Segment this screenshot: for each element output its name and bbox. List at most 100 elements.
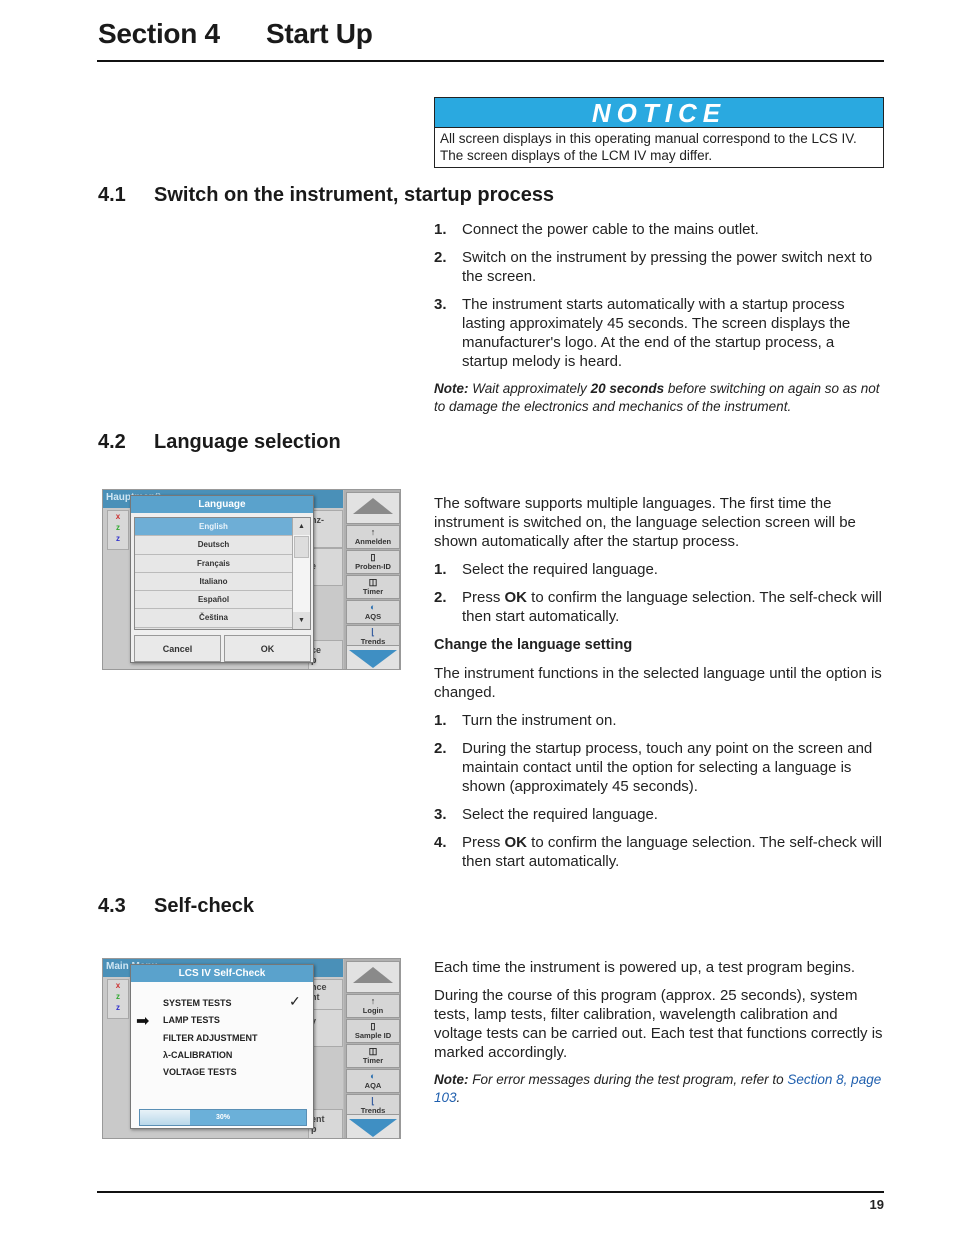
heading-text: Self-check	[154, 895, 255, 917]
step-emphasis: OK	[504, 834, 528, 851]
step-number: 1.	[434, 712, 447, 729]
section-4-3-body: Each time the instrument is powered up, …	[434, 958, 884, 1106]
side-button-label: Proben-ID	[355, 562, 391, 571]
scroll-down-icon[interactable]: ▼	[293, 612, 310, 629]
self-check-screen-image: Main Menu xzz ncent y entp LCS IV Self-C…	[102, 958, 401, 1139]
scroll-down-button[interactable]	[346, 645, 400, 669]
step-text: Switch on the instrument by pressing the…	[462, 249, 873, 285]
step-number: 3.	[434, 296, 447, 313]
test-list: SYSTEM TESTS LAMP TESTS FILTER ADJUSTMEN…	[163, 995, 258, 1081]
note: Note: For error messages during the test…	[434, 1071, 884, 1106]
step-text: Turn the instrument on.	[462, 712, 617, 729]
side-toolbar: ↑ Anmelden ▯ Proben-ID ◫ Timer ◐ AQS ⌊ Trends	[344, 490, 400, 669]
dialog-title: Language	[131, 496, 313, 513]
note-text: .	[456, 1089, 461, 1105]
login-icon: ↑	[370, 996, 376, 1006]
scrollbar[interactable]: ▲ ▼	[292, 518, 310, 629]
scroll-up-button[interactable]	[346, 961, 400, 993]
side-button-timer[interactable]: ◫ Timer	[346, 575, 400, 599]
language-option-italiano[interactable]: Italiano	[135, 572, 292, 592]
step-number: 2.	[434, 740, 447, 757]
side-button-timer[interactable]: ◫ Timer	[346, 1044, 400, 1068]
step-text: Press OK to confirm the language selecti…	[462, 833, 884, 871]
cancel-button[interactable]: Cancel	[134, 635, 221, 662]
section-number: Section 4	[98, 18, 220, 49]
test-item: λ-CALIBRATION	[163, 1049, 233, 1060]
dialog-title: LCS IV Self-Check	[131, 965, 313, 982]
sample-id-icon: ▯	[370, 1021, 376, 1031]
checkmark-icon: ✓	[289, 993, 301, 1009]
heading-number: 4.2	[98, 431, 126, 453]
test-item: SYSTEM TESTS	[163, 998, 232, 1008]
language-dialog: Language English Deutsch Français Italia…	[130, 495, 314, 663]
side-button-aqa[interactable]: ◐ AQA	[346, 1069, 400, 1093]
side-button-aqs[interactable]: ◐ AQS	[346, 600, 400, 624]
heading-number: 4.1	[98, 184, 126, 206]
list-item: 2. Press OK to confirm the language selec…	[434, 588, 884, 626]
ok-button[interactable]: OK	[224, 635, 311, 662]
side-button-label: AQS	[364, 612, 382, 621]
scroll-up-icon[interactable]: ▲	[293, 518, 310, 535]
side-button-label: Timer	[362, 1056, 384, 1065]
note: Note: Wait approximately 20 seconds befo…	[434, 380, 884, 415]
side-button-sample-id[interactable]: ▯ Sample ID	[346, 1019, 400, 1043]
subheading: Change the language setting	[434, 637, 633, 653]
self-check-dialog: LCS IV Self-Check SYSTEM TESTS LAMP TEST…	[130, 964, 314, 1129]
step-text: Select the required language.	[462, 560, 658, 579]
step-number: 2.	[434, 589, 447, 606]
scroll-down-button[interactable]	[346, 1114, 400, 1138]
language-option-deutsch[interactable]: Deutsch	[135, 536, 292, 555]
test-item: VOLTAGE TESTS	[163, 1067, 237, 1078]
list-item: 3. Select the required language.	[434, 805, 884, 824]
notice-body: All screen displays in this operating ma…	[435, 128, 883, 166]
language-list[interactable]: English Deutsch Français Italiano Españo…	[134, 517, 311, 630]
scroll-thumb[interactable]	[294, 536, 309, 558]
language-option-francais[interactable]: Français	[135, 554, 292, 573]
timer-icon: ◫	[368, 577, 378, 587]
test-item: LAMP TESTS	[163, 1015, 220, 1026]
note-label: Note:	[434, 381, 469, 396]
list-item: 1. Turn the instrument on.	[434, 711, 884, 730]
test-item: FILTER ADJUSTMENT	[163, 1032, 258, 1043]
scroll-up-button[interactable]	[346, 492, 400, 524]
notice-title: NOTICE	[435, 98, 883, 128]
progress-label: 30%	[215, 1114, 230, 1121]
step-number: 3.	[434, 806, 447, 823]
list-item: 2. Switch on the instrument by pressing t…	[434, 248, 884, 286]
paragraph: During the course of this program (appro…	[434, 987, 883, 1061]
notice-line: All screen displays in this operating ma…	[440, 131, 857, 146]
timer-icon: ◫	[368, 1046, 378, 1056]
side-button-label: Anmelden	[354, 537, 392, 546]
language-option-espanol[interactable]: Español	[135, 591, 292, 610]
header-rule	[97, 60, 884, 62]
side-button-label: Timer	[362, 587, 384, 596]
heading-4-3: 4.3 Self-check	[98, 895, 254, 918]
notice-box: NOTICE All screen displays in this opera…	[434, 97, 884, 168]
language-option-english[interactable]: English	[135, 518, 292, 537]
section-title: Section 4 Start Up	[98, 18, 373, 50]
step-text-part: Select the required language.	[462, 561, 658, 578]
side-button-label: Sample ID	[354, 1031, 392, 1040]
step-text: The instrument starts automatically with…	[462, 296, 851, 370]
step-number: 4.	[434, 834, 447, 851]
login-icon: ↑	[370, 527, 376, 537]
side-button-anmelden[interactable]: ↑ Anmelden	[346, 525, 400, 549]
language-option-cestina[interactable]: Čeština	[135, 609, 292, 628]
step-text-part: Press	[462, 589, 505, 606]
heading-text: Language selection	[154, 431, 341, 453]
page-number: 19	[869, 1197, 884, 1212]
paragraph: The software supports multiple languages…	[434, 495, 856, 550]
heading-4-2: 4.2 Language selection	[98, 431, 341, 454]
step-text: During the startup process, touch any po…	[462, 740, 873, 795]
note-label: Note:	[434, 1072, 469, 1087]
side-button-proben-id[interactable]: ▯ Proben-ID	[346, 550, 400, 574]
side-button-login[interactable]: ↑ Login	[346, 994, 400, 1018]
step-number: 1.	[434, 221, 447, 238]
arrow-right-icon: ➡	[136, 1013, 150, 1030]
list-item: 1. Connect the power cable to the mains o…	[434, 220, 884, 239]
aqs-icon: ◐	[370, 602, 376, 612]
side-button-label: AQA	[364, 1081, 382, 1090]
section-name: Start Up	[266, 18, 373, 49]
heading-text: Switch on the instrument, startup proces…	[154, 184, 555, 206]
notice-line: The screen displays of the LCM IV may di…	[440, 148, 713, 163]
